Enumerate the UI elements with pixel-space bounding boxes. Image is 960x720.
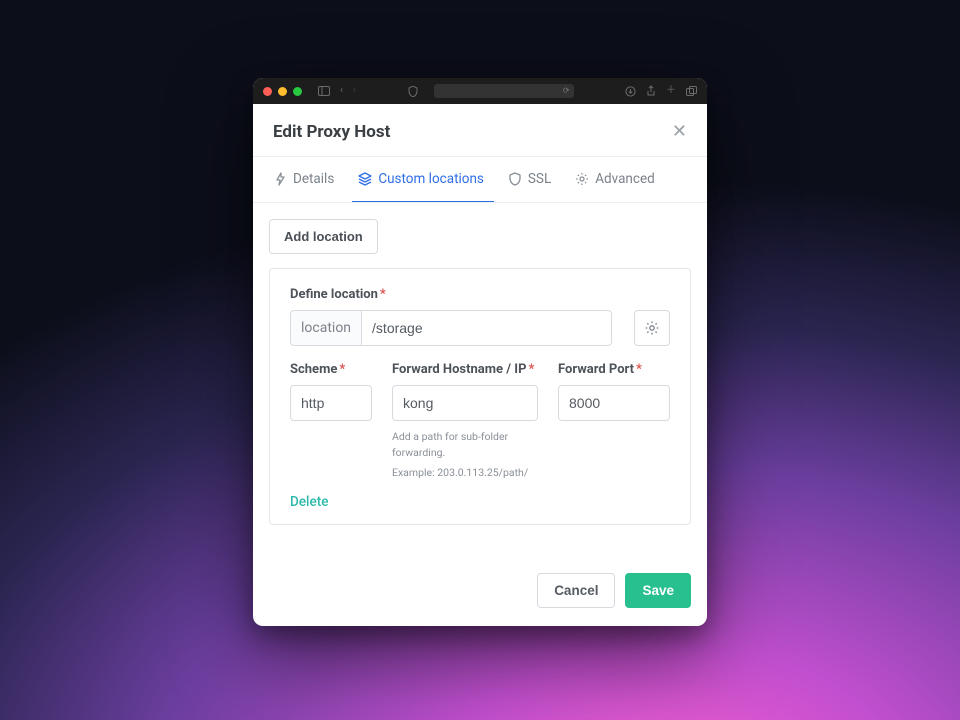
download-icon[interactable] — [625, 86, 636, 97]
tab-label: Custom locations — [378, 171, 484, 187]
scheme-column: Scheme* — [290, 362, 372, 480]
tabs-overview-icon[interactable] — [686, 86, 697, 96]
location-row: location — [290, 310, 670, 346]
location-card: Define location* location Scheme* — [269, 268, 691, 525]
hostname-input[interactable] — [392, 385, 538, 421]
tab-custom-locations[interactable]: Custom locations — [352, 157, 494, 202]
gear-icon — [644, 320, 660, 336]
cancel-button[interactable]: Cancel — [537, 573, 615, 608]
tab-advanced[interactable]: Advanced — [569, 157, 665, 202]
close-window-icon[interactable] — [263, 87, 272, 96]
port-column: Forward Port* — [558, 362, 670, 480]
sidebar-toggle-icon[interactable] — [318, 86, 330, 96]
delete-location-link[interactable]: Delete — [290, 494, 328, 510]
tab-ssl[interactable]: SSL — [502, 157, 561, 202]
address-bar[interactable]: ⟳ — [434, 84, 574, 98]
back-icon[interactable]: ‹ — [340, 86, 343, 96]
port-label: Forward Port* — [558, 362, 670, 377]
shield-icon — [508, 172, 522, 186]
hostname-column: Forward Hostname / IP* Add a path for su… — [392, 362, 538, 480]
settings-icon — [575, 172, 589, 186]
forward-row: Scheme* Forward Hostname / IP* Add a pat… — [290, 362, 670, 480]
location-input-group: location — [290, 310, 612, 346]
app-window: ‹ › ⟳ ＋ Edit Proxy Host ✕ — [253, 78, 707, 626]
required-marker: * — [339, 362, 345, 377]
location-settings-button[interactable] — [634, 310, 670, 346]
required-marker: * — [380, 287, 386, 302]
scheme-label: Scheme* — [290, 362, 372, 377]
new-tab-icon[interactable]: ＋ — [666, 86, 676, 96]
hostname-hint-1: Add a path for sub-folder forwarding. — [392, 429, 538, 461]
required-marker: * — [529, 362, 535, 377]
reload-icon[interactable]: ⟳ — [563, 86, 570, 95]
tab-label: Details — [293, 171, 334, 187]
forward-icon[interactable]: › — [353, 86, 356, 96]
close-icon[interactable]: ✕ — [672, 123, 687, 141]
modal-body: Add location Define location* location — [253, 203, 707, 559]
tab-bar: Details Custom locations SSL Advanced — [253, 157, 707, 203]
location-prefix-addon: location — [290, 310, 361, 346]
share-icon[interactable] — [646, 85, 656, 97]
hostname-hint-2: Example: 203.0.113.25/path/ — [392, 465, 538, 481]
maximize-window-icon[interactable] — [293, 87, 302, 96]
minimize-window-icon[interactable] — [278, 87, 287, 96]
hostname-label: Forward Hostname / IP* — [392, 362, 538, 377]
traffic-lights — [263, 87, 302, 96]
modal-header: Edit Proxy Host ✕ — [253, 104, 707, 156]
tab-label: SSL — [528, 171, 551, 187]
lightning-icon — [273, 172, 287, 186]
modal-title: Edit Proxy Host — [273, 122, 390, 142]
tab-label: Advanced — [595, 171, 655, 187]
modal-footer: Cancel Save — [253, 559, 707, 626]
tab-details[interactable]: Details — [267, 157, 344, 202]
port-input[interactable] — [558, 385, 670, 421]
save-button[interactable]: Save — [625, 573, 691, 608]
location-path-input[interactable] — [361, 310, 612, 346]
define-location-label: Define location* — [290, 287, 670, 302]
window-titlebar: ‹ › ⟳ ＋ — [253, 78, 707, 104]
privacy-shield-icon[interactable] — [408, 86, 418, 97]
add-location-button[interactable]: Add location — [269, 219, 378, 254]
scheme-select[interactable] — [290, 385, 372, 421]
layers-icon — [358, 172, 372, 186]
required-marker: * — [636, 362, 642, 377]
